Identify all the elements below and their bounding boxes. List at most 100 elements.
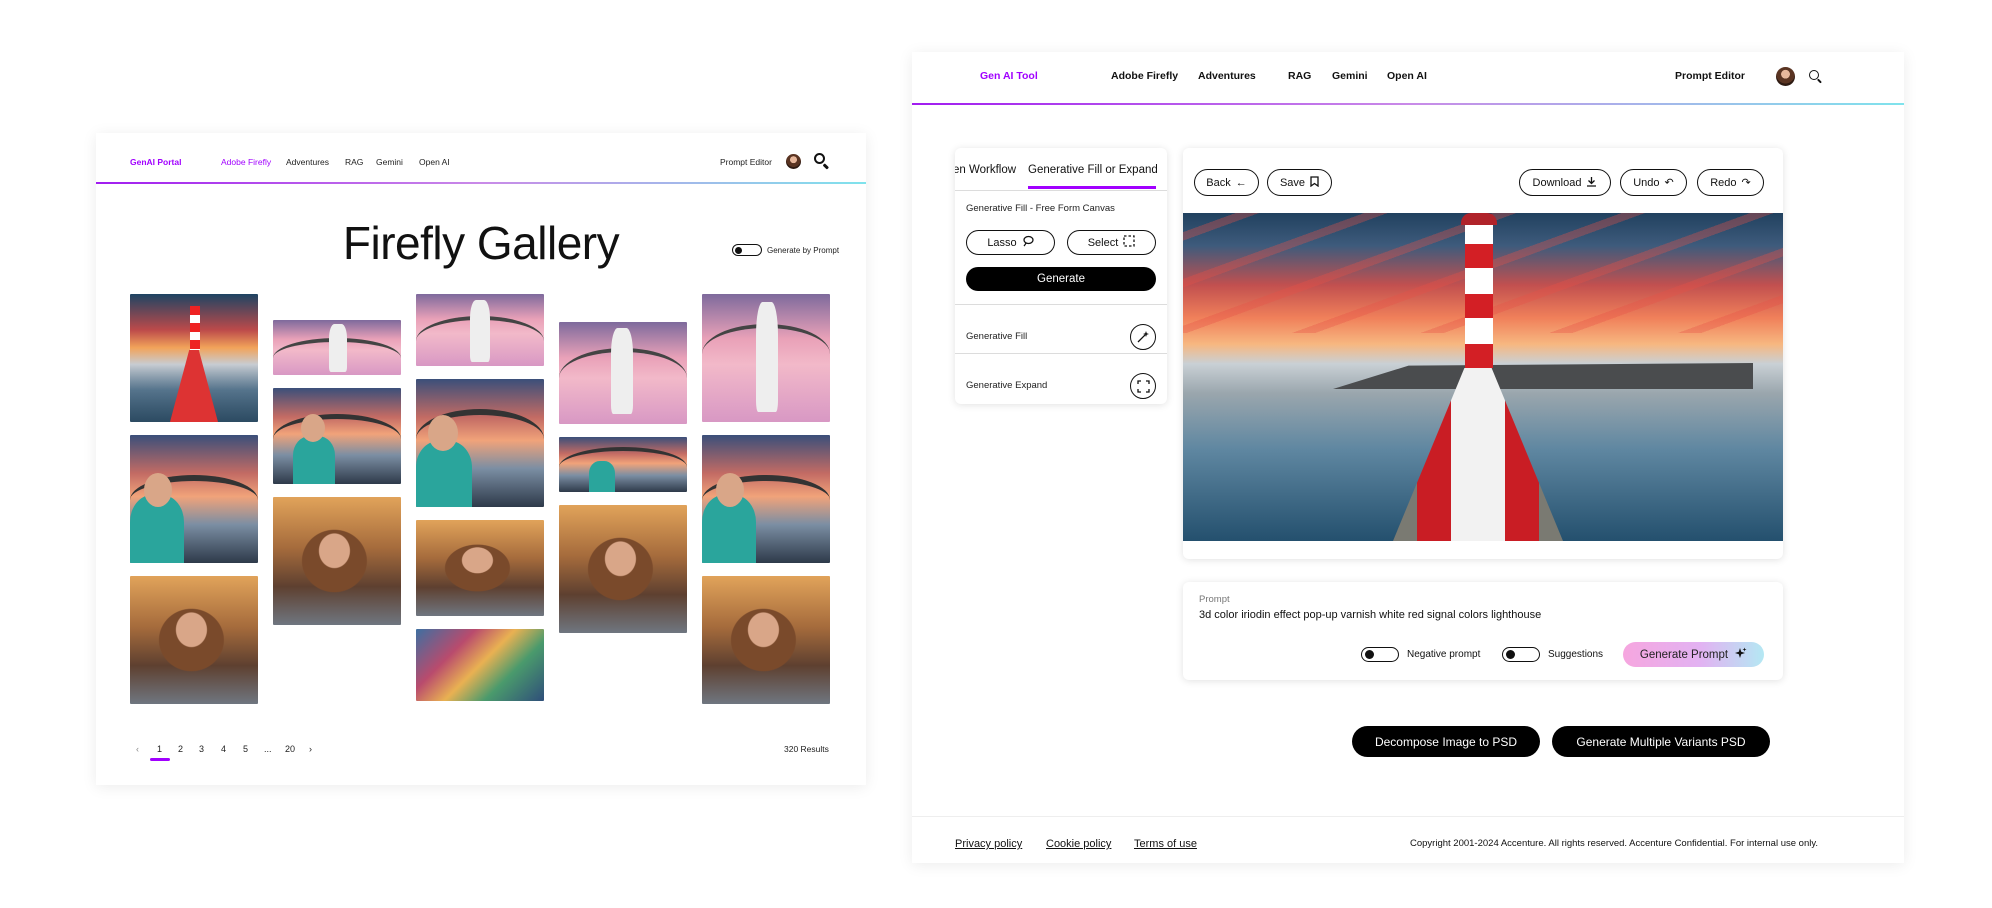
generative-side-panel: en Workflow Generative Fill or Expand Ge…: [955, 148, 1167, 404]
search-icon[interactable]: [814, 153, 830, 170]
page-link[interactable]: 2: [178, 744, 183, 754]
tab-workflow[interactable]: en Workflow: [955, 164, 1016, 176]
generate-variants-psd-button[interactable]: Generate Multiple Variants PSD: [1552, 726, 1770, 757]
gallery-image[interactable]: [702, 576, 830, 704]
privacy-policy-link[interactable]: Privacy policy: [955, 838, 1022, 850]
nav-link-open-ai[interactable]: Open AI: [419, 157, 450, 167]
nav-link-rag[interactable]: RAG: [345, 157, 363, 167]
gallery-image[interactable]: [273, 388, 401, 484]
pagination-next[interactable]: ›: [309, 744, 312, 754]
gallery-image[interactable]: [702, 294, 830, 422]
page-title: Firefly Gallery: [342, 217, 620, 269]
cookie-policy-link[interactable]: Cookie policy: [1046, 838, 1111, 850]
canvas-card: Back ← Save Download Undo ↶ Redo ↷: [1183, 148, 1783, 559]
gallery-image[interactable]: [130, 576, 258, 704]
copyright-text: Copyright 2001-2024 Accenture. All right…: [1410, 838, 1819, 849]
download-icon: [1586, 176, 1597, 190]
undo-label: Undo: [1633, 176, 1660, 189]
pagination-prev[interactable]: ‹: [136, 744, 139, 754]
gallery-image[interactable]: [130, 294, 258, 422]
gallery-image[interactable]: [273, 320, 401, 375]
gallery-navbar: GenAI Portal Adobe Firefly Adventures RA…: [96, 133, 866, 185]
workflow-tabs: en Workflow Generative Fill or Expand: [955, 148, 1167, 190]
sparkle-icon: [1734, 647, 1747, 663]
undo-icon: ↶: [1664, 177, 1674, 189]
lasso-button[interactable]: Lasso: [966, 230, 1055, 255]
nav-prompt-editor[interactable]: Prompt Editor: [1675, 70, 1745, 82]
toggle-label: Generate by Prompt: [767, 246, 840, 255]
gallery-image[interactable]: [559, 437, 687, 492]
avatar[interactable]: [786, 154, 801, 169]
gallery-image[interactable]: [416, 629, 544, 701]
decompose-psd-button[interactable]: Decompose Image to PSD: [1352, 726, 1540, 757]
gallery-image[interactable]: [559, 322, 687, 424]
gallery-image[interactable]: [130, 435, 258, 563]
bookmark-icon: [1310, 175, 1319, 190]
generate-prompt-button[interactable]: Generate Prompt: [1623, 642, 1764, 667]
page-ellipsis: ...: [264, 744, 272, 754]
nav-gradient-divider: [96, 182, 866, 184]
gallery-window: GenAI Portal Adobe Firefly Adventures RA…: [96, 133, 866, 785]
brand-logo[interactable]: Gen AI Tool: [980, 70, 1038, 82]
tool-navbar: Gen AI Tool Adobe Firefly Adventures RAG…: [912, 52, 1904, 104]
generate-prompt-label: Generate Prompt: [1639, 648, 1729, 661]
page-link[interactable]: 20: [285, 744, 295, 754]
gallery-image[interactable]: [416, 520, 544, 616]
generate-button[interactable]: Generate: [966, 267, 1156, 291]
terms-of-use-link[interactable]: Terms of use: [1134, 838, 1197, 850]
gallery-image[interactable]: [273, 497, 401, 625]
nav-link-adventures[interactable]: Adventures: [1198, 70, 1256, 82]
nav-prompt-editor[interactable]: Prompt Editor: [720, 157, 772, 167]
download-label: Download: [1532, 176, 1582, 189]
gallery-image[interactable]: [702, 435, 830, 563]
select-label: Select: [1087, 236, 1119, 249]
select-button[interactable]: Select: [1067, 230, 1156, 255]
nav-link-adobe-firefly[interactable]: Adobe Firefly: [1111, 70, 1178, 82]
undo-button[interactable]: Undo ↶: [1620, 169, 1687, 196]
back-label: Back: [1206, 176, 1231, 189]
suggestions-label: Suggestions: [1548, 649, 1604, 660]
nav-link-adventures[interactable]: Adventures: [286, 157, 329, 167]
gallery-image[interactable]: [559, 505, 687, 633]
generate-by-prompt-toggle[interactable]: [732, 244, 762, 256]
arrow-left-icon: ←: [1235, 176, 1247, 189]
search-icon[interactable]: [1809, 70, 1823, 84]
nav-link-rag[interactable]: RAG: [1288, 70, 1311, 82]
negative-prompt-label: Negative prompt: [1407, 649, 1481, 660]
sparkle-wand-icon[interactable]: [1130, 324, 1156, 350]
active-tab-indicator: [1028, 186, 1156, 189]
nav-gradient-divider: [912, 103, 1904, 105]
active-page-indicator: [150, 758, 170, 761]
lasso-icon: [1022, 235, 1034, 250]
marquee-select-icon: [1123, 235, 1135, 250]
gallery-image[interactable]: [416, 294, 544, 366]
suggestions-toggle[interactable]: [1502, 647, 1540, 662]
page-link[interactable]: 1: [157, 744, 162, 754]
prompt-input[interactable]: 3d color iriodin effect pop-up varnish w…: [1199, 609, 1541, 621]
lighthouse-image[interactable]: [1183, 213, 1783, 541]
prompt-label: Prompt: [1199, 594, 1230, 605]
save-button[interactable]: Save: [1267, 169, 1332, 196]
brand-logo[interactable]: GenAI Portal: [130, 157, 181, 167]
page-link[interactable]: 4: [221, 744, 226, 754]
gallery-image[interactable]: [416, 379, 544, 507]
tool-window: Gen AI Tool Adobe Firefly Adventures RAG…: [912, 52, 1904, 863]
expand-icon[interactable]: [1130, 373, 1156, 399]
nav-link-gemini[interactable]: Gemini: [376, 157, 403, 167]
prompt-card: Prompt 3d color iriodin effect pop-up va…: [1183, 582, 1783, 680]
back-button[interactable]: Back ←: [1194, 169, 1259, 196]
tab-generative-fill-expand[interactable]: Generative Fill or Expand: [1028, 164, 1158, 176]
avatar[interactable]: [1776, 67, 1795, 86]
generative-expand-label[interactable]: Generative Expand: [966, 380, 1047, 391]
nav-link-open-ai[interactable]: Open AI: [1387, 70, 1427, 82]
lasso-label: Lasso: [987, 236, 1017, 249]
redo-icon: ↷: [1741, 177, 1751, 189]
redo-button[interactable]: Redo ↷: [1697, 169, 1764, 196]
download-button[interactable]: Download: [1519, 169, 1611, 196]
generative-fill-label[interactable]: Generative Fill: [966, 331, 1027, 342]
nav-link-adobe-firefly[interactable]: Adobe Firefly: [221, 157, 271, 167]
nav-link-gemini[interactable]: Gemini: [1332, 70, 1368, 82]
negative-prompt-toggle[interactable]: [1361, 647, 1399, 662]
page-link[interactable]: 3: [199, 744, 204, 754]
page-link[interactable]: 5: [243, 744, 248, 754]
